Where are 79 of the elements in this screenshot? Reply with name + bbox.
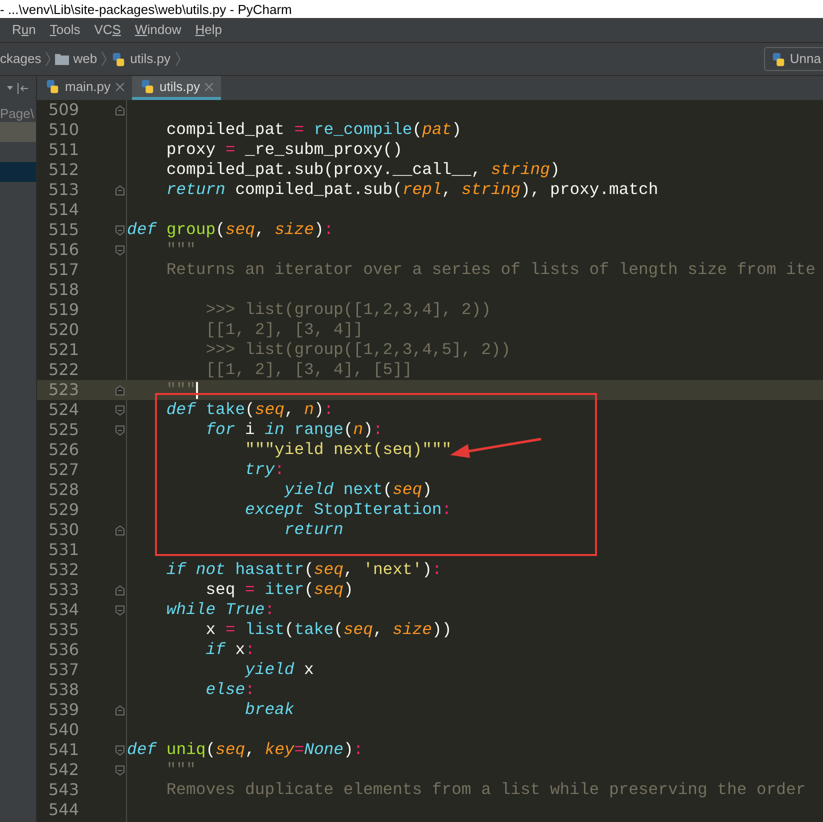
- code-line: return: [283, 522, 344, 538]
- line-number: 513: [47, 182, 79, 198]
- code-line: x = list(take(seq, size)): [204, 622, 452, 638]
- line-number: 530: [47, 522, 79, 538]
- line-number: 540: [47, 722, 79, 738]
- line-number: 515: [47, 222, 79, 238]
- project-tree-row[interactable]: Page\: [0, 102, 36, 122]
- line-number: 532: [47, 562, 79, 578]
- line-number: 510: [47, 122, 79, 138]
- line-number: 509: [47, 102, 79, 118]
- code-line: if x:: [204, 642, 255, 658]
- menu-item[interactable]: VCS: [94, 20, 121, 40]
- code-line: compiled_pat.sub(proxy.__call__, string): [165, 162, 560, 178]
- line-number: 543: [47, 782, 79, 798]
- code-line: def take(seq, n):: [165, 402, 334, 418]
- menu-item[interactable]: Tools: [50, 20, 80, 40]
- code-line: if not hasattr(seq, 'next'):: [165, 562, 442, 578]
- breadcrumb-item[interactable]: ckages: [0, 49, 42, 69]
- editor-tab[interactable]: utils.py: [132, 76, 221, 100]
- code-line: yield x: [244, 662, 314, 678]
- line-number: 538: [47, 682, 79, 698]
- line-number: 517: [47, 262, 79, 278]
- code-line: """: [165, 382, 196, 398]
- line-number: 541: [47, 742, 79, 758]
- line-number: 539: [47, 702, 79, 718]
- line-number: 516: [47, 242, 79, 258]
- menu-item[interactable]: Run: [12, 20, 36, 40]
- code-line: >>> list(group([1,2,3,4], 2)): [204, 302, 491, 318]
- menu-item[interactable]: Help: [195, 20, 222, 40]
- code-line: for i in range(n):: [204, 422, 383, 438]
- breadcrumb-item[interactable]: utils.py: [130, 49, 171, 69]
- code-line: def group(seq, size):: [127, 222, 334, 238]
- line-number: 544: [47, 802, 79, 818]
- line-number: 535: [47, 622, 79, 638]
- line-number: 524: [47, 402, 79, 418]
- code-line: """: [165, 242, 196, 258]
- code-line: """yield next(seq)""": [244, 442, 452, 458]
- code-line: else:: [204, 682, 255, 698]
- line-number: 529: [47, 502, 79, 518]
- code-line: break: [244, 702, 294, 718]
- line-number: 514: [47, 202, 79, 218]
- code-line: try:: [244, 462, 284, 478]
- code-line: [[1, 2], [3, 4]]: [204, 322, 364, 338]
- code-line: """: [165, 762, 196, 778]
- code-line: proxy = _re_subm_proxy(): [165, 142, 402, 158]
- line-number: 528: [47, 482, 79, 498]
- code-line: Removes duplicate elements from a list while preserving the order: [165, 782, 806, 798]
- code-line: compiled_pat = re_compile(pat): [165, 122, 462, 138]
- window-title: - ...\venv\Lib\site-packages\web\utils.py - PyCharm: [0, 2, 292, 16]
- line-number: 521: [47, 342, 79, 358]
- line-number: 527: [47, 462, 79, 478]
- line-number: 525: [47, 422, 79, 438]
- code-line: Returns an iterator over a series of lists of length size from ite: [165, 262, 816, 278]
- line-number: 522: [47, 362, 79, 378]
- run-config-button[interactable]: Unna: [764, 47, 823, 71]
- line-number: 511: [47, 142, 79, 158]
- line-number: 526: [47, 442, 79, 458]
- line-number: 520: [47, 322, 79, 338]
- code-line: seq = iter(seq): [204, 582, 354, 598]
- code-line: def uniq(seq, key=None):: [127, 742, 364, 758]
- line-number: 533: [47, 582, 79, 598]
- line-number: 534: [47, 602, 79, 618]
- line-number: 523: [47, 382, 79, 398]
- editor-tab[interactable]: main.py: [37, 76, 132, 100]
- line-number: 542: [47, 762, 79, 778]
- code-line: yield next(seq): [283, 482, 432, 498]
- menu-item[interactable]: Window: [134, 20, 182, 40]
- code-line: return compiled_pat.sub(repl, string), proxy.match: [165, 182, 658, 198]
- line-number: 518: [47, 282, 79, 298]
- breadcrumb-item[interactable]: web: [73, 49, 98, 69]
- line-number: 519: [47, 302, 79, 318]
- line-number: 536: [47, 642, 79, 658]
- line-number: 531: [47, 542, 79, 558]
- code-line: except StopIteration:: [244, 502, 452, 518]
- code-line: [[1, 2], [3, 4], [5]]: [204, 362, 412, 378]
- code-line: while True:: [165, 602, 275, 618]
- code-line: >>> list(group([1,2,3,4,5], 2)): [204, 342, 511, 358]
- line-number: 512: [47, 162, 79, 178]
- line-number: 537: [47, 662, 79, 678]
